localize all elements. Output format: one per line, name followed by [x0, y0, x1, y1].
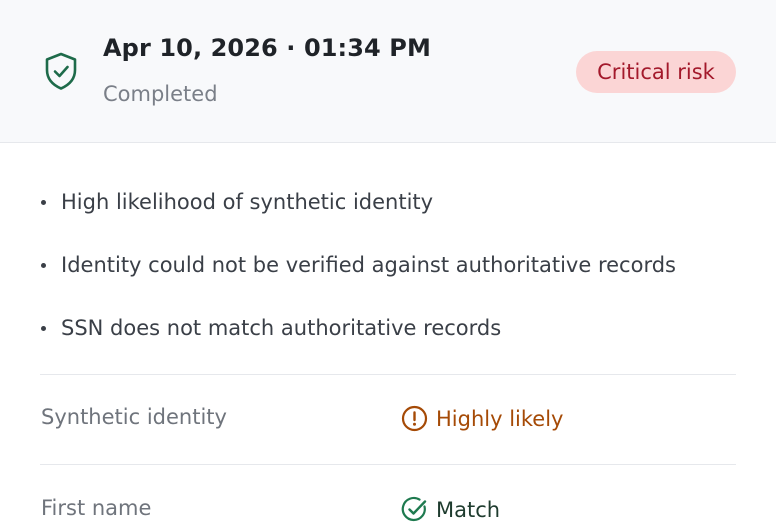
bullet-dot [41, 200, 46, 205]
risk-reasons-list: High likelihood of synthetic identity Id… [40, 187, 740, 376]
result-card: Apr 10, 2026 · 01:34 PM Completed Critic… [0, 0, 776, 528]
first-name-label: First name [41, 496, 152, 520]
reason-text: Identity could not be verified against a… [61, 253, 676, 277]
first-name-text: Match [436, 497, 501, 522]
divider [40, 464, 736, 465]
list-item: Identity could not be verified against a… [40, 250, 740, 313]
result-status: Completed [103, 82, 218, 106]
synthetic-identity-text: Highly likely [436, 406, 564, 431]
bullet-dot [41, 326, 46, 331]
bullet-dot [41, 263, 46, 268]
result-timestamp: Apr 10, 2026 · 01:34 PM [103, 34, 431, 62]
list-item: High likelihood of synthetic identity [40, 187, 740, 250]
shield-check-icon [45, 52, 77, 90]
list-item: SSN does not match authoritative records [40, 313, 740, 376]
risk-badge: Critical risk [576, 51, 736, 93]
check-circle-icon [401, 496, 427, 522]
reason-text: SSN does not match authoritative records [61, 316, 502, 340]
reason-text: High likelihood of synthetic identity [61, 190, 434, 214]
first-name-value: Match [401, 496, 500, 523]
synthetic-identity-label: Synthetic identity [41, 405, 227, 429]
divider [40, 374, 736, 375]
synthetic-identity-value: Highly likely [401, 405, 563, 432]
result-header: Apr 10, 2026 · 01:34 PM Completed Critic… [0, 0, 776, 143]
alert-circle-icon [401, 405, 428, 432]
